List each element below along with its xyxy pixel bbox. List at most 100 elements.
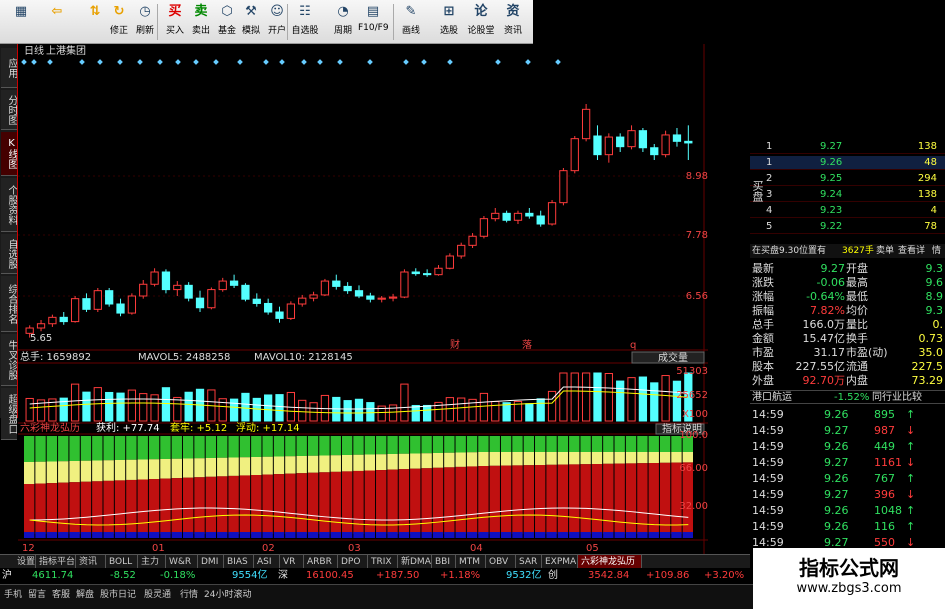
sell-icon: 卖 (194, 4, 208, 19)
indicator-tab-9[interactable]: VR (280, 555, 304, 569)
f10-button[interactable]: ▤ F10/F9 (358, 2, 389, 42)
indicator-tab-10[interactable]: ARBR (304, 555, 338, 569)
indicator-blue-bar (671, 532, 682, 538)
sector-row[interactable]: 港口航运 -1.52% 同行业比较 (750, 390, 945, 404)
tick-time: 14:59 (752, 472, 784, 485)
indicator-tab-13[interactable]: 新DMA (398, 555, 432, 569)
marker-ex-dividend[interactable]: 落 (522, 339, 532, 351)
indicator-red-bar (24, 484, 35, 534)
quote-label: 涨跌 (752, 276, 774, 289)
indicator-tab-15[interactable]: MTM (456, 555, 486, 569)
indicator-red-bar (557, 464, 569, 534)
candle-body (105, 290, 114, 305)
mavol5-label: MAVOL5: 2488258 (138, 352, 230, 363)
indicator-tab-16[interactable]: OBV (486, 555, 516, 569)
toolbar-label: 刷新 (135, 26, 154, 36)
clock-icon: ◷ (139, 4, 151, 19)
indicator-tab-12[interactable]: TRIX (368, 555, 398, 569)
indicator-yellow-bar (228, 457, 239, 476)
cy-index: 3542.84 (588, 570, 630, 581)
indicator-yellow-bar (46, 461, 58, 484)
indicator-yellow-bar (671, 452, 682, 463)
alert-detail-2[interactable]: 情 (932, 244, 941, 258)
indicator-red-bar (251, 475, 262, 534)
indicator-blue-bar (103, 532, 114, 538)
bottom-bar-item-2[interactable]: 客服 (52, 587, 70, 600)
back-arrow-icon: ⇦ (51, 4, 63, 19)
indicator-red-bar (80, 481, 92, 534)
left-tab-3[interactable]: 个股资料 (1, 178, 17, 232)
quote-label-2: 开盘 (846, 262, 868, 275)
left-tab-2[interactable]: K线图 (1, 132, 17, 176)
volume-bar (536, 398, 545, 422)
indicator-tab-1[interactable]: 指标平台 (36, 555, 76, 569)
indicator-yellow-bar (557, 452, 569, 465)
alert-detail[interactable]: 查看详 (898, 244, 925, 258)
back-arrow-button[interactable]: ⇦ (42, 2, 72, 42)
left-tab-5[interactable]: 综合排名 (1, 276, 17, 332)
news-button[interactable]: 资资讯 (498, 2, 528, 42)
indicator-blue-bar (228, 532, 239, 538)
indicator-red-bar (126, 479, 137, 534)
indicator-tab-17[interactable]: SAR (516, 555, 542, 569)
sector-compare-link[interactable]: 同行业比较 (872, 391, 922, 405)
marker-finance[interactable]: 财 (450, 338, 460, 351)
indicator-tab-5[interactable]: W&R (166, 555, 198, 569)
left-tab-6[interactable]: 牛叉诊股 (1, 334, 17, 386)
indicator-blue-bar (262, 532, 273, 538)
person-icon: ☺ (270, 4, 284, 19)
big-order-alert[interactable]: 在买盘9.30位置有 3627手 卖单 查看详情 (750, 244, 945, 258)
indicator-tab-0[interactable]: 设置 (14, 555, 36, 569)
candle-body (59, 316, 68, 323)
pen-icon: ✎ (405, 4, 417, 19)
volume-bar (275, 394, 284, 422)
indicator-green-bar (285, 436, 296, 457)
indicator-tab-11[interactable]: DPO (338, 555, 368, 569)
indicator-yellow-bar (296, 456, 307, 474)
left-tab-1[interactable]: 分时图 (1, 90, 17, 130)
bottom-bar-item-6[interactable]: 行情 (180, 587, 198, 600)
period-button[interactable]: ◔ 周期 (328, 2, 358, 42)
left-tab-7[interactable]: 超级盘口 (1, 388, 17, 440)
watchlist-button[interactable]: ☷ 自选股 (290, 2, 320, 42)
indicator-blue-bar (285, 532, 296, 538)
bottom-bar-item-4[interactable]: 股市日记 (100, 587, 136, 600)
tick-volume: 987 (874, 424, 895, 437)
indicator-tab-18[interactable]: EXPMA (542, 555, 578, 569)
indicator-green-bar (58, 436, 69, 462)
volume-bar (411, 404, 420, 422)
left-tab-0[interactable]: 应用 (1, 48, 17, 88)
indicator-tab-8[interactable]: ASI (254, 555, 280, 569)
indicator-tab-6[interactable]: DMI (198, 555, 224, 569)
screen-button[interactable]: ⊞ 选股 (434, 2, 464, 42)
bottom-bar-item-5[interactable]: 股灵通 (144, 587, 171, 600)
left-tab-4[interactable]: 自选股 (1, 234, 17, 274)
indicator-tab-14[interactable]: BBI (432, 555, 456, 569)
indicator-tab-4[interactable]: 主力 (138, 555, 166, 569)
indicator-tab-19[interactable]: 六彩神龙弘历 (578, 555, 642, 569)
candle-body (593, 135, 602, 156)
indicator-tab-7[interactable]: BIAS (224, 555, 254, 569)
indicator-tab-3[interactable]: BOLL (106, 555, 138, 569)
indicator-blue-bar (319, 532, 330, 538)
clock-button[interactable]: ◷ 刷新 (130, 2, 160, 42)
pen-button[interactable]: ✎ 画线 (396, 2, 426, 42)
candle-body (82, 298, 91, 310)
bottom-bar-item-0[interactable]: 手机 (4, 587, 22, 600)
candle-body (150, 271, 159, 285)
quote-value: 166.0万 (802, 318, 846, 331)
k-line-chart[interactable]: 日线 上港集团 8.98 7.78 6.56 5.65 财 落 q 总手: 16… (18, 44, 708, 554)
indicator-tab-2[interactable]: 资讯 (76, 555, 106, 569)
bottom-bar-item-1[interactable]: 留言 (28, 587, 46, 600)
indicator-green-bar (228, 436, 239, 458)
indicator-red-bar (262, 474, 273, 534)
indicator-blue-bar (364, 532, 376, 538)
candle-body (70, 298, 80, 323)
order-price: 9.26 (820, 157, 843, 168)
order-volume: 48 (924, 157, 937, 168)
bottom-bar-item-7[interactable]: 24小时滚动 (204, 587, 251, 600)
forum-button[interactable]: 论论股堂 (466, 2, 496, 42)
stock-grid-button[interactable]: ▦ (6, 2, 36, 42)
bottom-bar-item-3[interactable]: 解盘 (76, 587, 94, 600)
marker-q[interactable]: q (630, 340, 636, 351)
